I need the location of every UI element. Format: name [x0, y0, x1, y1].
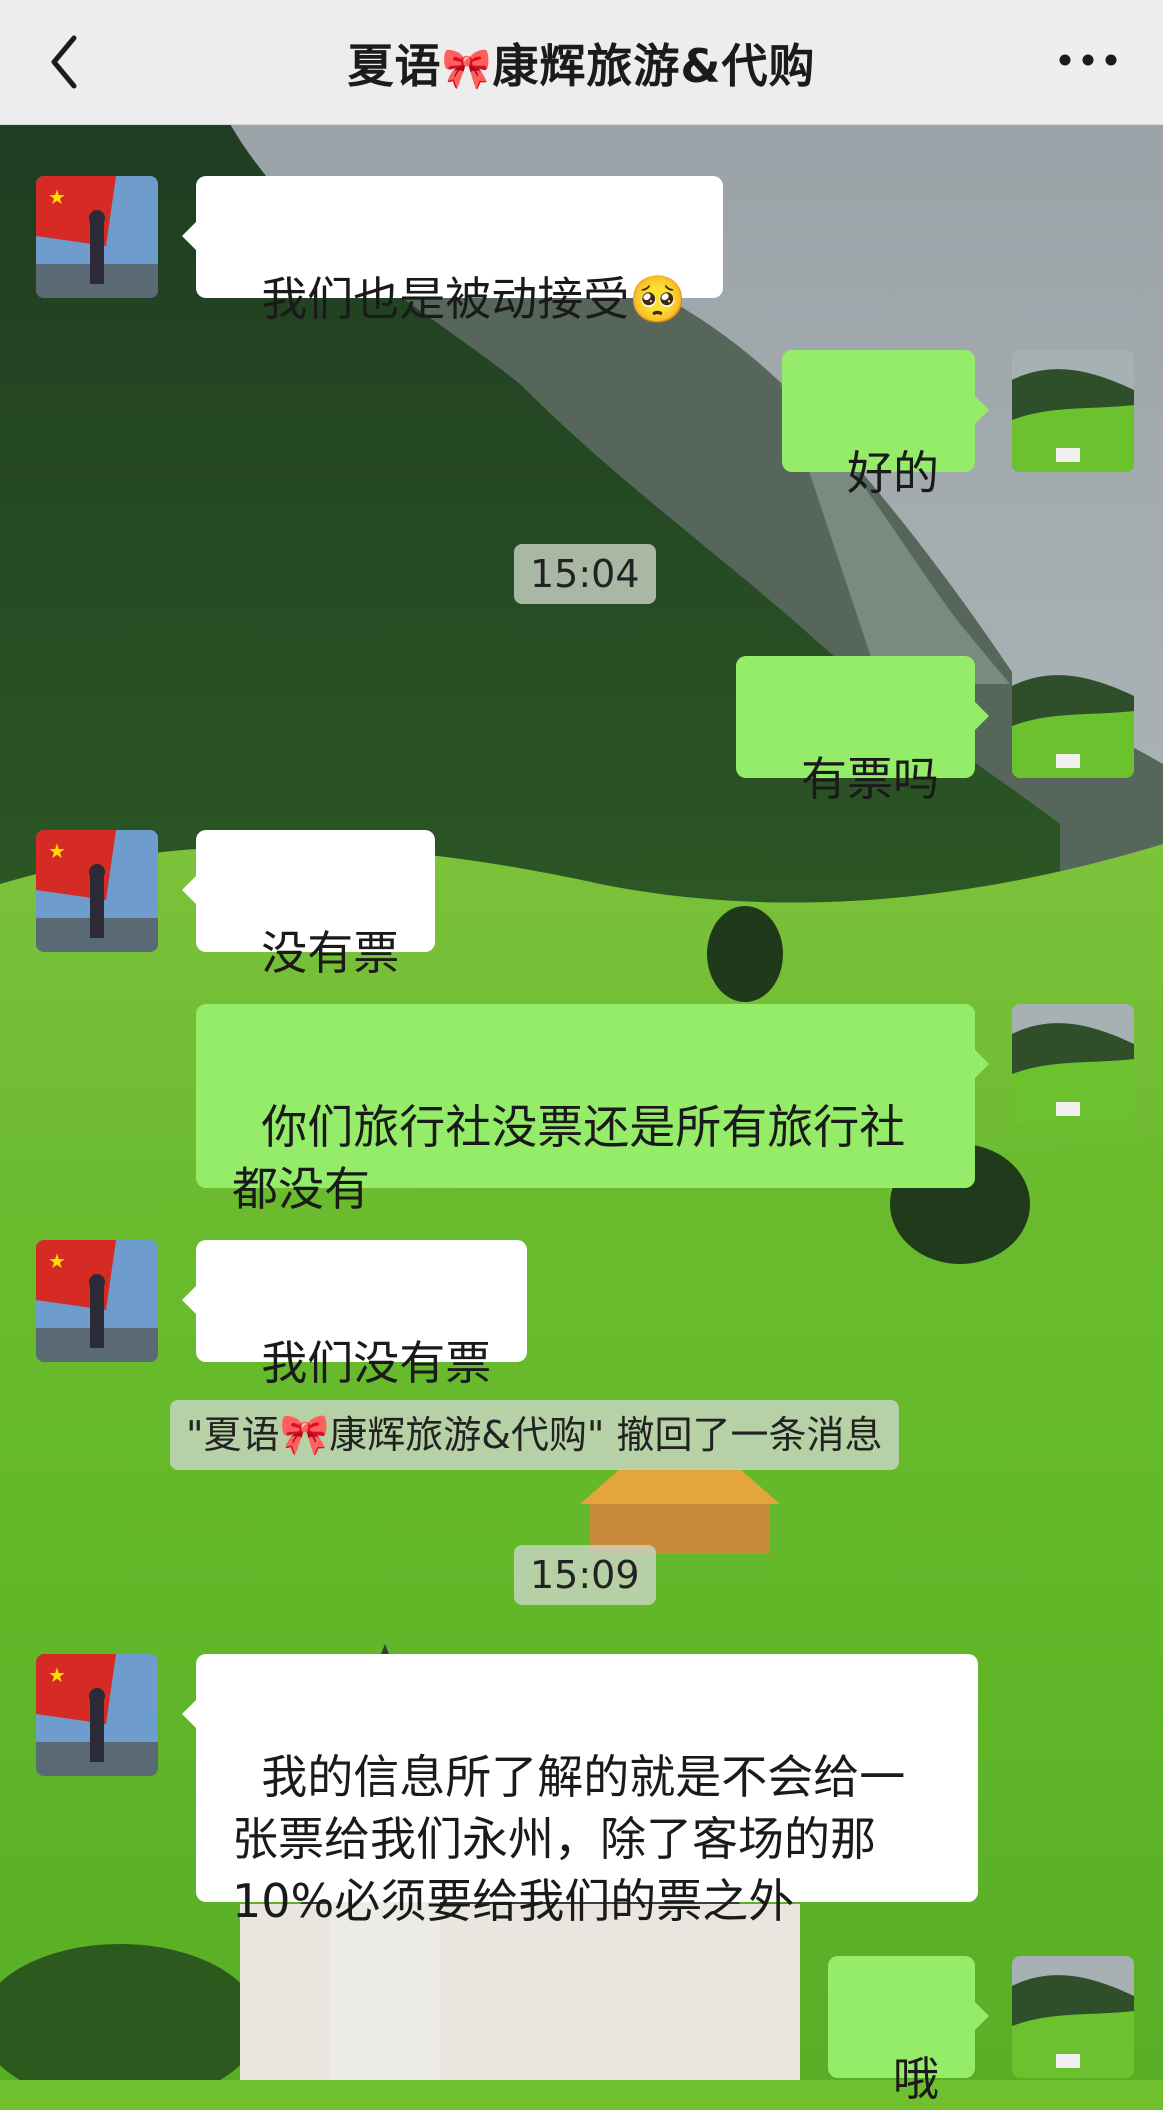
- my-avatar[interactable]: [1012, 1004, 1134, 1126]
- message-text: 有票吗: [801, 752, 939, 806]
- contact-avatar[interactable]: ★: [36, 1240, 158, 1362]
- recall-notice: "夏语🎀康辉旅游&代购" 撤回了一条消息: [170, 1400, 899, 1470]
- outgoing-message-bubble[interactable]: 好的: [781, 350, 990, 500]
- timestamp: 15:04: [514, 544, 656, 604]
- more-button[interactable]: [1053, 40, 1123, 80]
- svg-text:★: ★: [48, 1249, 66, 1273]
- my-avatar[interactable]: [1012, 1956, 1134, 2078]
- chat-title-name: 夏语: [347, 39, 442, 93]
- outgoing-message-bubble[interactable]: 你们旅行社没票还是所有旅行社 都没有: [196, 1004, 989, 1216]
- contact-avatar[interactable]: ★: [36, 1654, 158, 1776]
- chat-title: 夏语🎀康辉旅游&代购: [0, 30, 1163, 96]
- outgoing-message-bubble[interactable]: 有票吗: [735, 656, 990, 806]
- chat-header: 夏语🎀康辉旅游&代购: [0, 0, 1163, 125]
- message-text: 哦: [893, 2052, 939, 2106]
- contact-avatar[interactable]: ★: [36, 830, 158, 952]
- ribbon-emoji: 🎀: [441, 46, 493, 92]
- svg-text:★: ★: [48, 839, 66, 863]
- message-text: 好的: [847, 446, 939, 500]
- svg-text:★: ★: [48, 185, 66, 209]
- pleading-face-emoji: 🥺: [629, 272, 687, 326]
- incoming-message-bubble[interactable]: 我们也是被动接受🥺: [182, 176, 723, 326]
- message-text: 我们也是被动接受: [261, 272, 630, 326]
- incoming-message-bubble[interactable]: 我们没有票: [181, 1240, 528, 1390]
- ribbon-emoji: 🎀: [279, 1412, 330, 1458]
- svg-text:★: ★: [48, 1663, 66, 1687]
- incoming-message-bubble[interactable]: 我的信息所了解的就是不会给一 张票给我们永州，除了客场的那 10%必须要给我们的…: [182, 1654, 978, 1928]
- message-text: 我们没有票: [261, 1336, 492, 1390]
- my-avatar[interactable]: [1012, 656, 1134, 778]
- contact-avatar[interactable]: ★: [36, 176, 158, 298]
- message-text: 没有票: [261, 926, 400, 980]
- my-avatar[interactable]: [1012, 350, 1134, 472]
- message-text: 我的信息所了解的就是不会给一 张票给我们永州，除了客场的那 10%必须要给我们的…: [232, 1750, 906, 1928]
- incoming-message-bubble[interactable]: 没有票: [181, 830, 436, 980]
- recall-notice-text: "夏语: [186, 1413, 280, 1457]
- outgoing-message-bubble[interactable]: 哦: [827, 1956, 990, 2106]
- more-dots-icon: [1059, 54, 1117, 66]
- chat-title-suffix: 康辉旅游&代购: [492, 39, 816, 93]
- timestamp: 15:09: [514, 1545, 656, 1605]
- recall-notice-text-suffix: 康辉旅游&代购" 撤回了一条消息: [329, 1413, 883, 1457]
